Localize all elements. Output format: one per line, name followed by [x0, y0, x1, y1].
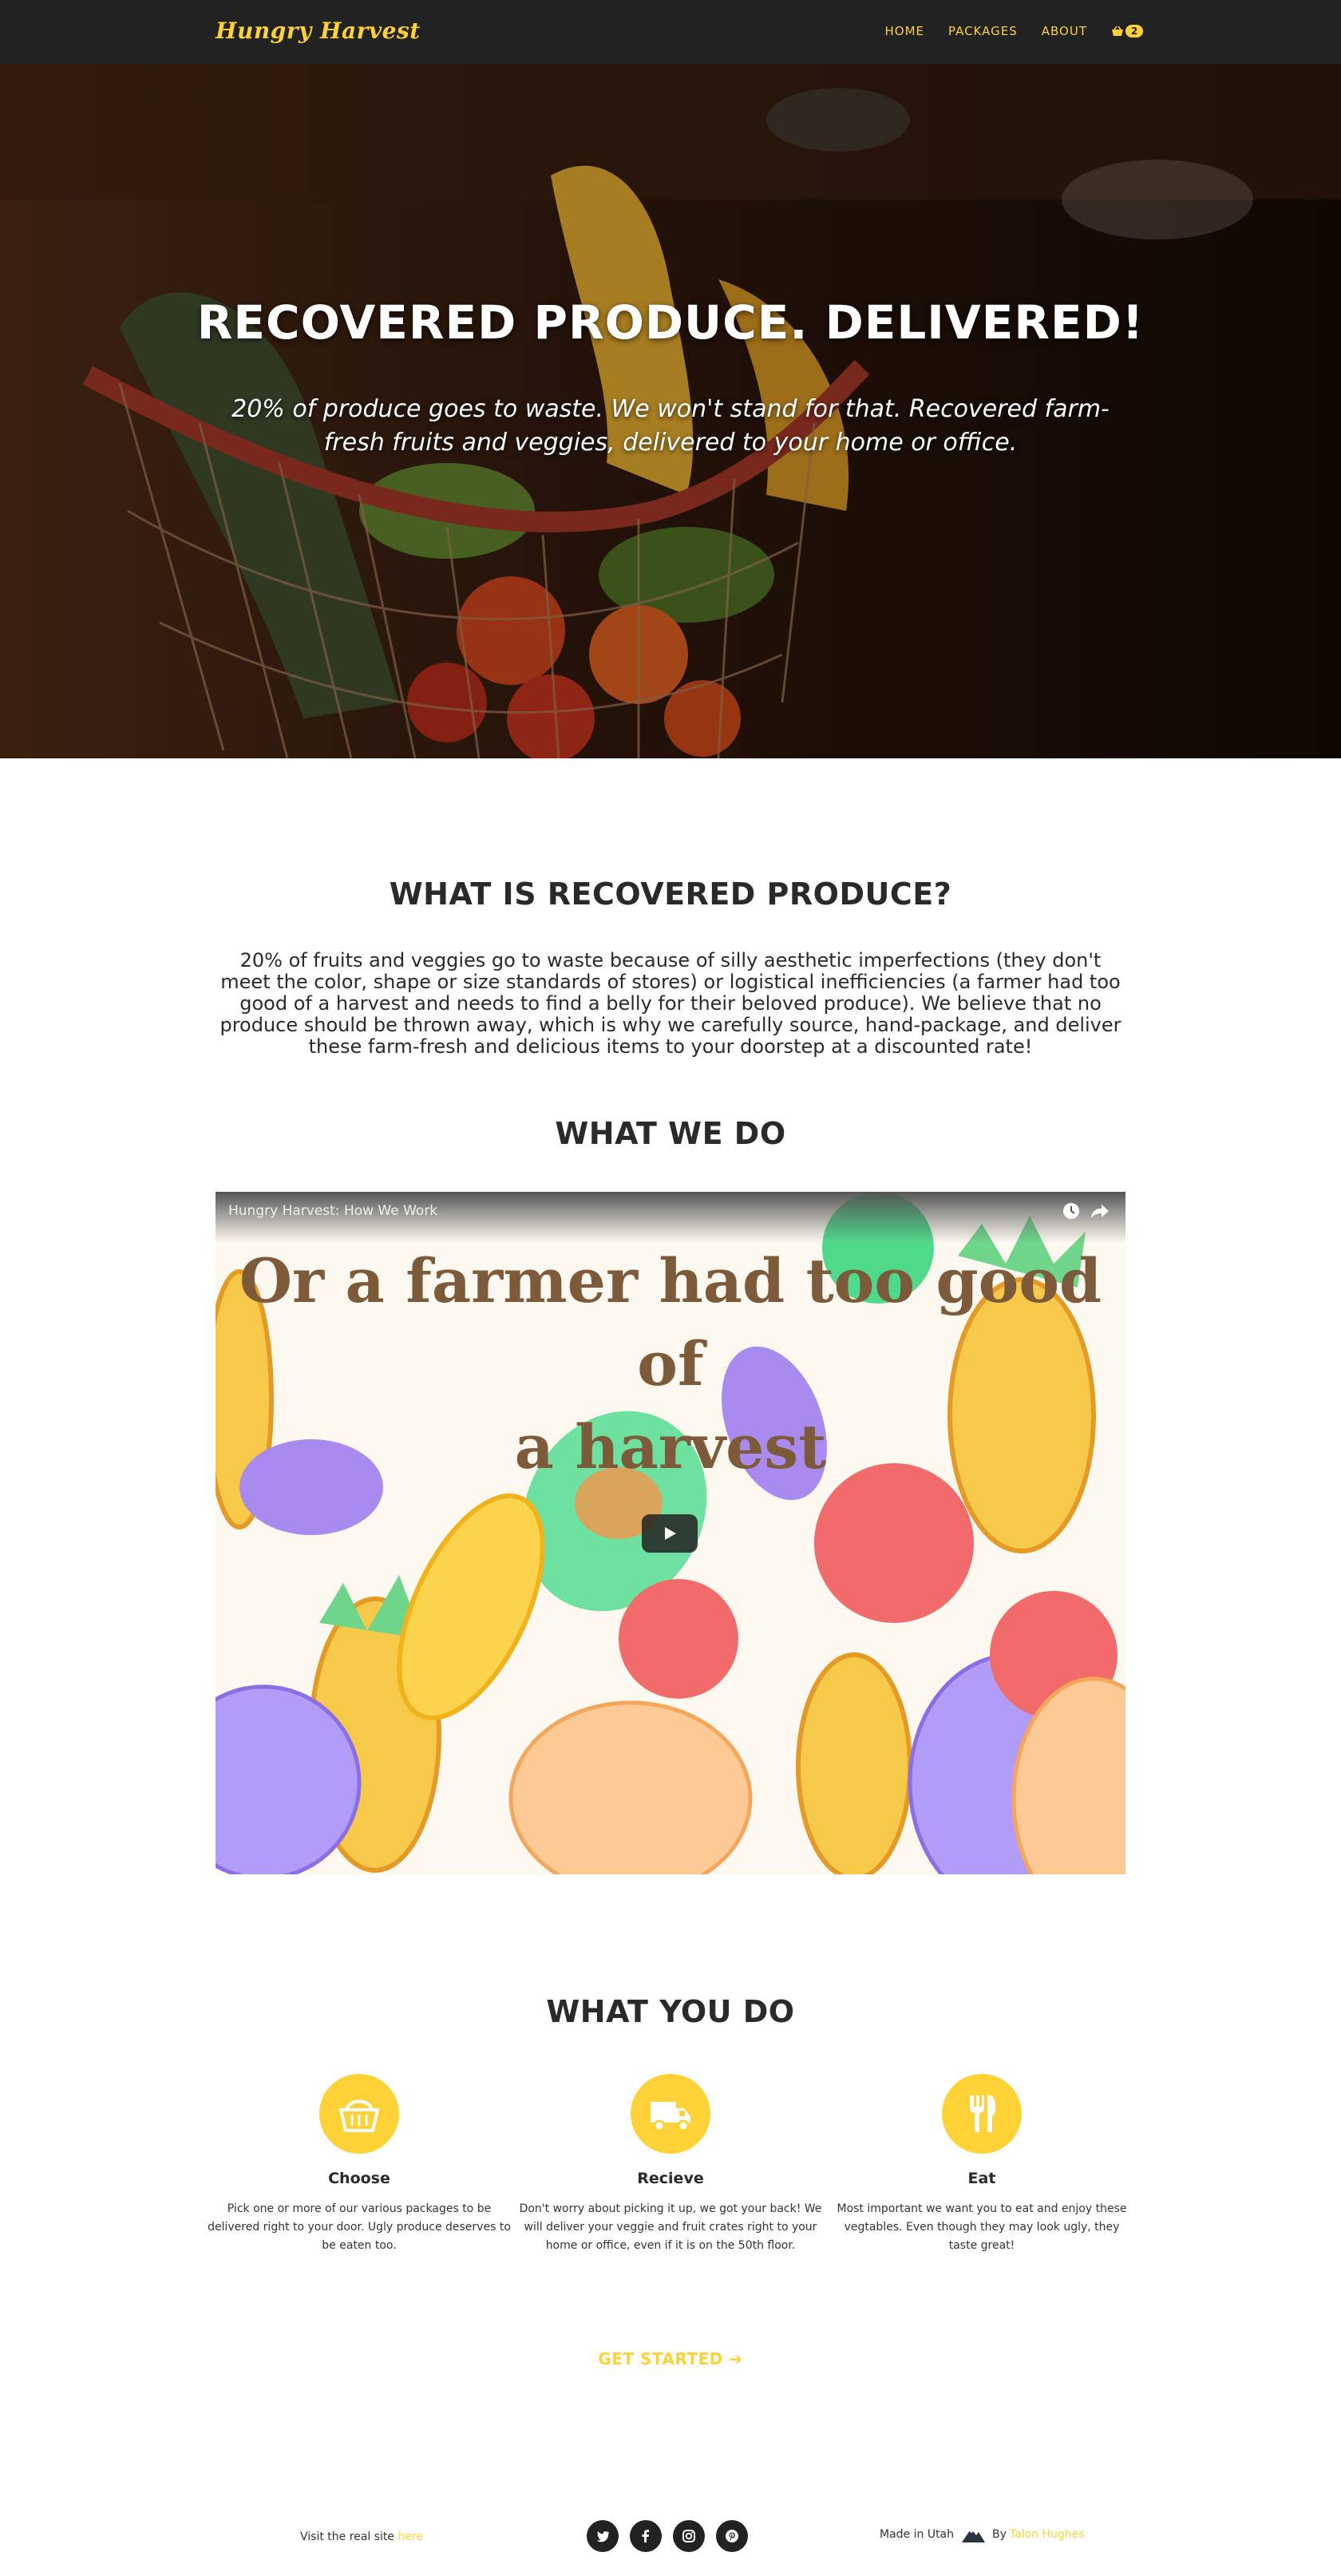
nav-links: HOME PACKAGES ABOUT 2: [860, 24, 1143, 38]
feature-text: Most important we want you to eat and en…: [837, 2202, 1127, 2252]
instagram-link[interactable]: [673, 2520, 705, 2552]
basket-icon: [338, 2099, 380, 2132]
feature-choose: Choose Pick one or more of our various p…: [208, 2074, 511, 2255]
recovered-heading: WHAT IS RECOVERED PRODUCE?: [389, 876, 952, 912]
cart-count-badge: 2: [1125, 25, 1143, 38]
hero-section: RECOVERED PRODUCE. DELIVERED! 20% of pro…: [0, 64, 1341, 758]
twitter-icon: [596, 2530, 609, 2542]
video-caption-line-2: a harvest: [514, 1411, 827, 1482]
footer-visit-text: Visit the real site: [300, 2530, 394, 2543]
feature-text: Don't worry about picking it up, we got …: [519, 2202, 822, 2252]
cart-button[interactable]: 2: [1111, 25, 1143, 38]
footer-credits: Made in Utah By Talon Hughes: [880, 2526, 1085, 2543]
feature-icon-circle: [942, 2074, 1022, 2154]
by-text: By: [992, 2528, 1007, 2541]
feature-receive: Recieve Don't worry about picking it up,…: [519, 2074, 822, 2255]
what-we-do-heading: WHAT WE DO: [555, 1116, 786, 1151]
made-in-text: Made in Utah: [880, 2528, 955, 2541]
feature-icon-circle: [631, 2074, 710, 2154]
play-button[interactable]: [642, 1514, 698, 1553]
get-started-button[interactable]: GET STARTED ➜: [0, 2349, 1341, 2368]
feature-name: Recieve: [637, 2170, 704, 2187]
nav-home-link[interactable]: HOME: [884, 24, 924, 38]
video-caption-line-1: Or a farmer had too good of: [239, 1245, 1102, 1399]
navbar: Hungry Harvest HOME PACKAGES ABOUT 2: [0, 0, 1341, 64]
hero-subtitle: 20% of produce goes to waste. We won't s…: [231, 395, 1110, 457]
feature-name: Eat: [967, 2170, 996, 2187]
facebook-icon: [642, 2530, 649, 2542]
feature-eat: Eat Most important we want you to eat an…: [830, 2074, 1133, 2255]
feature-icon-circle: [319, 2074, 399, 2154]
video-caption: Or a farmer had too good of a harvest: [216, 1240, 1125, 1489]
utensils-icon: [970, 2095, 996, 2132]
share-icon[interactable]: [1089, 1200, 1111, 1222]
instagram-icon: [682, 2530, 695, 2542]
nav-packages-link[interactable]: PACKAGES: [948, 24, 1018, 38]
author-link[interactable]: Talon Hughes: [1010, 2528, 1085, 2541]
arrow-right-icon: ➜: [729, 2349, 743, 2368]
mountain-icon: [962, 2528, 986, 2542]
video-player[interactable]: Or a farmer had too good of a harvest Hu…: [216, 1192, 1125, 1874]
shopping-basket-icon: [1112, 26, 1123, 36]
video-title[interactable]: Hungry Harvest: How We Work: [228, 1203, 437, 1219]
footer-real-site-link[interactable]: here: [398, 2530, 423, 2543]
feature-name: Choose: [328, 2170, 390, 2187]
pinterest-icon: [726, 2530, 738, 2542]
hero-title: RECOVERED PRODUCE. DELIVERED!: [196, 295, 1145, 350]
nav-about-link[interactable]: ABOUT: [1042, 24, 1087, 38]
get-started-label: GET STARTED: [598, 2349, 723, 2368]
pinterest-link[interactable]: [716, 2520, 748, 2552]
footer-visit: Visit the real site here: [300, 2530, 423, 2543]
social-links: [587, 2520, 759, 2552]
truck-icon: [651, 2102, 690, 2132]
watch-later-icon[interactable]: [1060, 1200, 1082, 1222]
play-icon: [665, 1527, 676, 1540]
feature-text: Pick one or more of our various packages…: [208, 2202, 511, 2252]
what-you-do-heading: WHAT YOU DO: [546, 1994, 795, 2029]
twitter-link[interactable]: [587, 2520, 619, 2552]
facebook-link[interactable]: [630, 2520, 662, 2552]
recovered-description: 20% of fruits and veggies go to waste be…: [220, 949, 1121, 1058]
brand-logo[interactable]: Hungry Harvest: [216, 18, 421, 44]
